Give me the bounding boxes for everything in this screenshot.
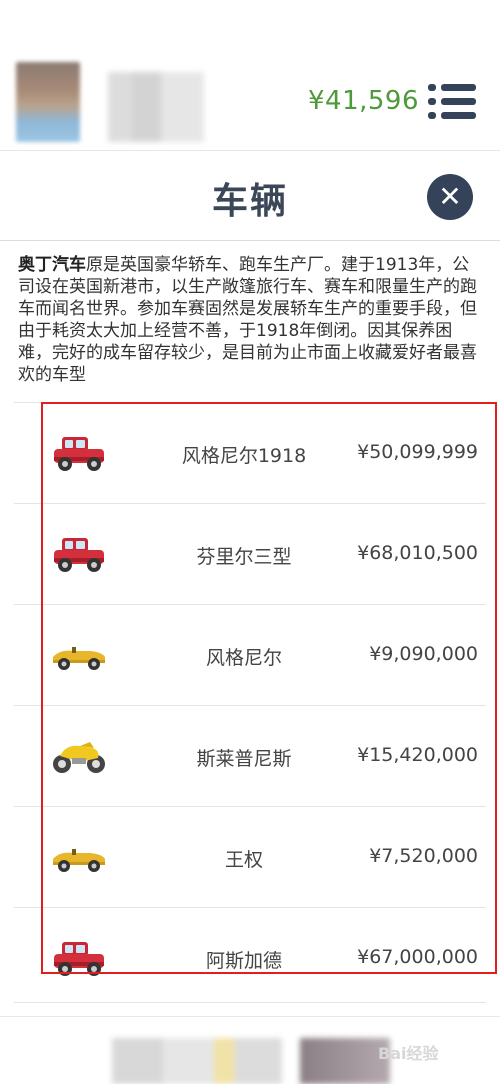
avatar[interactable] <box>16 62 80 142</box>
yellow-convertible-icon <box>50 635 108 675</box>
close-icon[interactable]: ✕ <box>427 174 473 220</box>
dialog-title: 车辆 <box>211 181 288 222</box>
vehicle-name: 王权 <box>224 849 263 871</box>
header: ¥41,596 <box>0 0 500 150</box>
vehicle-price: ¥50,099,999 <box>357 441 478 463</box>
divider <box>0 240 500 241</box>
brand-description-text: 原是英国豪华轿车、跑车生产厂。建于1913年，公司设在英国新港市，以生产敞篷旅行… <box>18 255 477 385</box>
vehicle-list: 风格尼尔1918 ¥50,099,999 芬里尔三型 ¥68,010,500 风格尼尔 ¥… <box>14 402 486 1008</box>
red-suv-icon <box>50 534 108 574</box>
vehicle-name: 风格尼尔1918 <box>181 445 307 467</box>
balance-amount: ¥41,596 <box>308 86 420 116</box>
vehicle-price: ¥7,520,000 <box>369 845 478 867</box>
menu-icon[interactable] <box>428 84 476 120</box>
brand-description: 奥丁汽车原是英国豪华轿车、跑车生产厂。建于1913年，公司设在英国新港市，以生产… <box>18 254 484 386</box>
red-suv-icon <box>50 938 108 978</box>
username-blurred <box>108 72 204 142</box>
vehicle-name: 芬里尔三型 <box>196 546 292 568</box>
footer-blurred-content <box>112 1038 282 1084</box>
red-suv-icon <box>50 433 108 473</box>
vehicle-name: 风格尼尔 <box>205 647 282 669</box>
brand-name: 奥丁汽车 <box>18 255 86 275</box>
vehicle-price: ¥67,000,000 <box>357 946 478 968</box>
vehicle-price: ¥9,090,000 <box>369 643 478 665</box>
vehicle-price: ¥68,010,500 <box>357 542 478 564</box>
yellow-motorcycle-icon <box>50 736 108 776</box>
divider <box>0 150 500 151</box>
vehicle-price: ¥15,420,000 <box>357 744 478 766</box>
vehicle-row[interactable]: 风格尼尔1918 ¥50,099,999 <box>14 402 486 503</box>
vehicle-row[interactable]: 风格尼尔 ¥9,090,000 <box>14 604 486 705</box>
footer-blurred-content <box>300 1038 390 1084</box>
divider <box>0 1016 500 1017</box>
divider <box>14 1002 486 1003</box>
yellow-convertible-icon <box>50 837 108 877</box>
watermark: Bai经验 <box>378 1044 439 1063</box>
vehicle-name: 斯莱普尼斯 <box>196 748 292 770</box>
vehicle-row[interactable]: 阿斯加德 ¥67,000,000 <box>14 907 486 1008</box>
vehicle-name: 阿斯加德 <box>205 950 282 972</box>
vehicle-row[interactable]: 芬里尔三型 ¥68,010,500 <box>14 503 486 604</box>
vehicle-row[interactable]: 斯莱普尼斯 ¥15,420,000 <box>14 705 486 806</box>
vehicle-row[interactable]: 王权 ¥7,520,000 <box>14 806 486 907</box>
